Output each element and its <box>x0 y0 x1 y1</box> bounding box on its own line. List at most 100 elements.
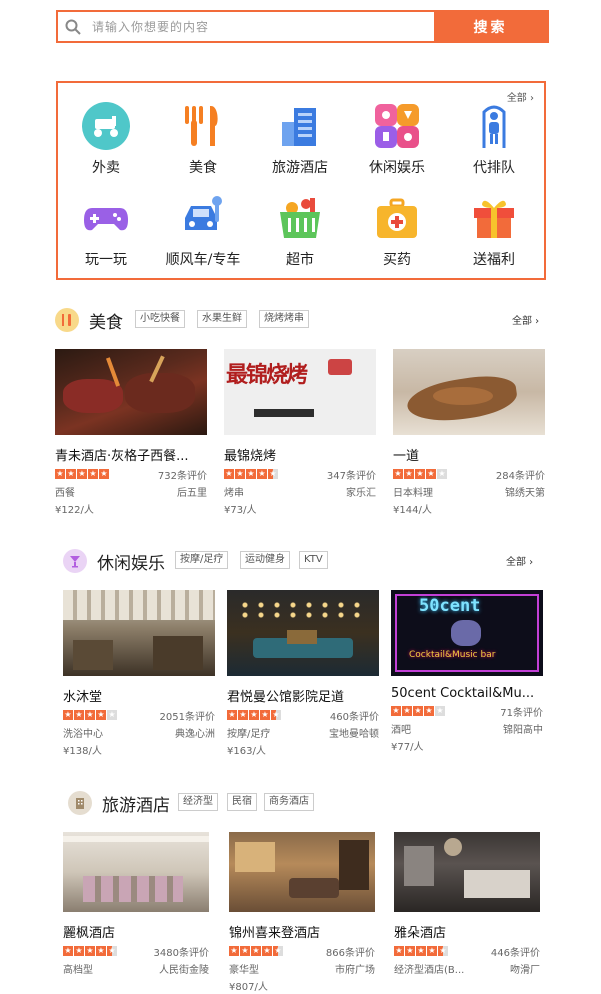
tag-economy[interactable]: 经济型 <box>178 793 218 811</box>
venue-photo: 50cent Cocktail&Music bar <box>391 590 543 676</box>
search-input[interactable] <box>88 12 434 41</box>
category-label: 休闲娱乐 <box>369 160 425 176</box>
cuisine-type: 日本料理 <box>393 487 433 499</box>
tag-bbq[interactable]: 烧烤烤串 <box>259 310 309 328</box>
scooter-icon <box>81 101 131 151</box>
price: ¥807/人 <box>229 982 268 993</box>
review-count: 732条评价 <box>157 470 207 482</box>
meta-row: 高档型 人民街金陵 <box>63 961 209 976</box>
rating-row: ★ ★ ★ ★ ★ 732条评价 <box>55 467 207 482</box>
restaurant-card[interactable]: 青未酒店·灰格子西餐... ★ ★ ★ ★ ★ 732条评价 西餐 后五里 ¥122/人 <box>55 349 207 516</box>
review-count: 71条评价 <box>500 707 543 719</box>
area: 后五里 <box>177 487 207 499</box>
star-rating: ★ ★ ★ ★ ★ <box>55 469 109 479</box>
venue-card[interactable]: 水沐堂 ★ ★ ★ ★ ★ 2051条评价 洗浴中心 典逸心洲 ¥138/人 <box>63 590 215 757</box>
tag-ktv[interactable]: KTV <box>299 551 328 569</box>
section-title: 美食 <box>89 313 123 333</box>
search-bar: 搜索 <box>56 10 549 43</box>
venue-photo <box>227 590 379 676</box>
review-count: 347条评价 <box>326 470 376 482</box>
rating-row: ★ ★ ★ ★ ★ 446条评价 <box>394 944 540 959</box>
restaurant-photo <box>393 349 545 435</box>
hotel-card[interactable]: 麗枫酒店 ★ ★ ★ ★ ★ 3480条评价 高档型 人民街金陵 <box>63 832 209 976</box>
search-button[interactable]: 搜索 <box>434 12 547 41</box>
category-takeout[interactable]: 外卖 <box>58 101 154 187</box>
price: ¥144/人 <box>393 505 432 516</box>
review-count: 3480条评价 <box>153 947 209 959</box>
category-label: 美食 <box>189 160 217 176</box>
gamepad-icon <box>81 193 131 243</box>
category-grid: 全部 › 外卖 美食 旅游酒店 休闲娱乐 代排队 玩一玩 顺风车/专车 超市 买… <box>56 81 546 280</box>
more-link[interactable]: 全部 › <box>506 553 533 568</box>
tag-snacks[interactable]: 小吃快餐 <box>135 310 185 328</box>
meta-row: 烤串 家乐汇 <box>224 484 376 499</box>
price: ¥122/人 <box>55 505 94 516</box>
category-label: 超市 <box>286 252 314 268</box>
meta-row: 日本料理 锦绣天第 <box>393 484 545 499</box>
star-rating: ★ ★ ★ ★ ★ <box>229 946 283 956</box>
tag-homestay[interactable]: 民宿 <box>227 793 257 811</box>
category-travel-hotel[interactable]: 旅游酒店 <box>252 101 348 187</box>
area: 典逸心洲 <box>175 728 215 740</box>
hotel-card[interactable]: 雅朵酒店 ★ ★ ★ ★ ★ 446条评价 经济型酒店(B... 吻滑厂 <box>394 832 540 976</box>
star-rating: ★ ★ ★ ★ ★ <box>227 710 281 720</box>
venue-photo <box>63 590 215 676</box>
category-gifts[interactable]: 送福利 <box>446 193 542 279</box>
restaurant-card[interactable]: 一道 ★ ★ ★ ★ ★ 284条评价 日本料理 锦绣天第 ¥144/人 <box>393 349 545 516</box>
leisure-section: 休闲娱乐 按摩/足疗 运动健身 KTV 全部 › 水沐堂 ★ ★ ★ ★ ★ 2051条… <box>0 546 601 757</box>
area: 锦绣天第 <box>505 487 545 499</box>
tag-fruit[interactable]: 水果生鲜 <box>197 310 247 328</box>
venue-type: 洗浴中心 <box>63 728 103 740</box>
area: 人民街金陵 <box>159 964 209 976</box>
gift-icon <box>469 193 519 243</box>
price: ¥77/人 <box>391 742 424 753</box>
review-count: 460条评价 <box>329 711 379 723</box>
venue-card[interactable]: 50cent Cocktail&Music bar 50cent Cocktai… <box>391 590 543 753</box>
review-count: 284条评价 <box>495 470 545 482</box>
building-icon <box>275 101 325 151</box>
restaurant-card[interactable]: 最锦烧烤 最锦烧烤 ★ ★ ★ ★ ★ 347条评价 烤串 家乐汇 ¥73/人 <box>224 349 376 516</box>
restaurant-name: 最锦烧烤 <box>224 449 277 464</box>
category-label: 玩一玩 <box>85 252 127 268</box>
venue-card[interactable]: 君悦曼公馆影院足道 ★ ★ ★ ★ ★ 460条评价 按摩/足疗 宝地曼哈顿 ¥163/… <box>227 590 379 757</box>
restaurant-name: 青未酒店·灰格子西餐... <box>55 449 189 464</box>
category-ride[interactable]: 顺风车/专车 <box>155 193 251 279</box>
category-food[interactable]: 美食 <box>155 101 251 187</box>
review-count: 2051条评价 <box>159 711 215 723</box>
category-medicine[interactable]: 买药 <box>349 193 445 279</box>
cocktail-icon <box>63 549 87 573</box>
review-count: 866条评价 <box>325 947 375 959</box>
basket-icon <box>275 193 325 243</box>
tag-fitness[interactable]: 运动健身 <box>240 551 290 569</box>
rating-row: ★ ★ ★ ★ ★ 71条评价 <box>391 704 543 719</box>
star-rating: ★ ★ ★ ★ ★ <box>393 469 447 479</box>
hotel-card[interactable]: 锦州喜来登酒店 ★ ★ ★ ★ ★ 866条评价 豪华型 市府广场 ¥807/人 <box>229 832 375 993</box>
meta-row: 豪华型 市府广场 <box>229 961 375 976</box>
tag-massage[interactable]: 按摩/足疗 <box>175 551 229 569</box>
meta-row: 酒吧 锦阳高中 <box>391 721 543 736</box>
category-queue[interactable]: 代排队 <box>446 101 542 187</box>
price: ¥138/人 <box>63 746 102 757</box>
hotel-photo <box>63 832 209 912</box>
meta-row: 按摩/足疗 宝地曼哈顿 <box>227 725 379 740</box>
hotel-type: 高档型 <box>63 964 93 976</box>
restaurant-photo: 最锦烧烤 <box>224 349 376 435</box>
car-icon <box>178 193 228 243</box>
hotel-photo <box>394 832 540 912</box>
restaurant-name: 一道 <box>393 449 420 464</box>
banner-text: 最锦烧烤 <box>226 362 308 388</box>
category-games[interactable]: 玩一玩 <box>58 193 154 279</box>
price: ¥73/人 <box>224 505 257 516</box>
category-leisure[interactable]: 休闲娱乐 <box>349 101 445 187</box>
venue-name: 50cent Cocktail&Mu... <box>391 686 535 701</box>
food-section: 美食 小吃快餐 水果生鲜 烧烤烤串 全部 › 青未酒店·灰格子西餐... ★ ★ ★… <box>0 305 601 516</box>
section-title: 旅游酒店 <box>102 796 170 816</box>
star-rating: ★ ★ ★ ★ ★ <box>391 706 445 716</box>
tag-business[interactable]: 商务酒店 <box>264 793 314 811</box>
cuisine-type: 烤串 <box>224 487 244 499</box>
category-supermarket[interactable]: 超市 <box>252 193 348 279</box>
section-header: 旅游酒店 经济型 民宿 商务酒店 <box>0 788 601 818</box>
area: 锦阳高中 <box>503 724 543 736</box>
hotel-icon <box>68 791 92 815</box>
more-link[interactable]: 全部 › <box>512 312 539 327</box>
